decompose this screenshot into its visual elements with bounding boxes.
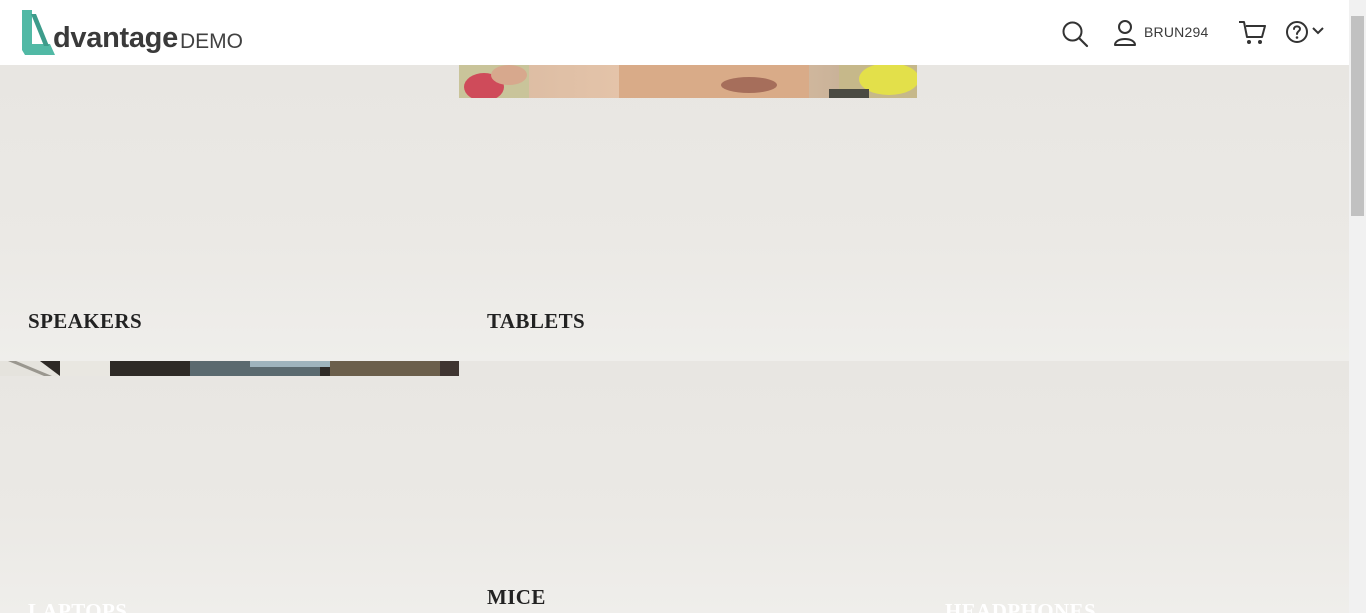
category-label-laptops[interactable]: LAPTOPS <box>28 599 127 613</box>
username-label[interactable]: BRUN294 <box>1144 24 1208 40</box>
category-label-headphones[interactable]: HEADPHONES <box>945 599 1096 613</box>
search-icon[interactable] <box>1061 20 1089 48</box>
category-label-mice[interactable]: MICE <box>487 585 546 610</box>
category-tile-headphones[interactable]: HEADPHONES <box>917 361 1349 613</box>
help-icon[interactable] <box>1285 20 1309 44</box>
category-grid-blank-cell <box>917 65 1349 361</box>
category-tile-tablets[interactable]: TABLETS <box>459 65 917 361</box>
tile-background <box>917 361 1349 613</box>
logo-wordmark: dvantage <box>53 22 178 54</box>
top-nav-bar: dvantage DEMO BRUN294 <box>0 0 1349 65</box>
tile-background <box>459 361 917 613</box>
laptops-product-image <box>0 361 459 376</box>
logo-demo-label: DEMO <box>180 30 243 53</box>
chevron-down-icon[interactable] <box>1312 26 1324 36</box>
category-label-speakers[interactable]: SPEAKERS <box>28 309 142 334</box>
category-tile-laptops[interactable]: LAPTOPS <box>0 361 459 613</box>
user-icon[interactable] <box>1113 19 1137 47</box>
tile-background <box>917 65 1349 361</box>
category-grid: SPEAKERS TABLETS LAPTOPS MICE HEADPHONES <box>0 65 1349 613</box>
tablets-product-image <box>459 65 917 98</box>
category-label-tablets[interactable]: TABLETS <box>487 309 585 334</box>
category-tile-mice[interactable]: MICE <box>459 361 917 613</box>
page-scrollbar-thumb[interactable] <box>1351 16 1364 216</box>
tile-background <box>0 361 459 613</box>
advantage-logo-mark-icon <box>22 10 55 55</box>
cart-icon[interactable] <box>1238 19 1266 47</box>
category-tile-speakers[interactable]: SPEAKERS <box>0 65 459 361</box>
